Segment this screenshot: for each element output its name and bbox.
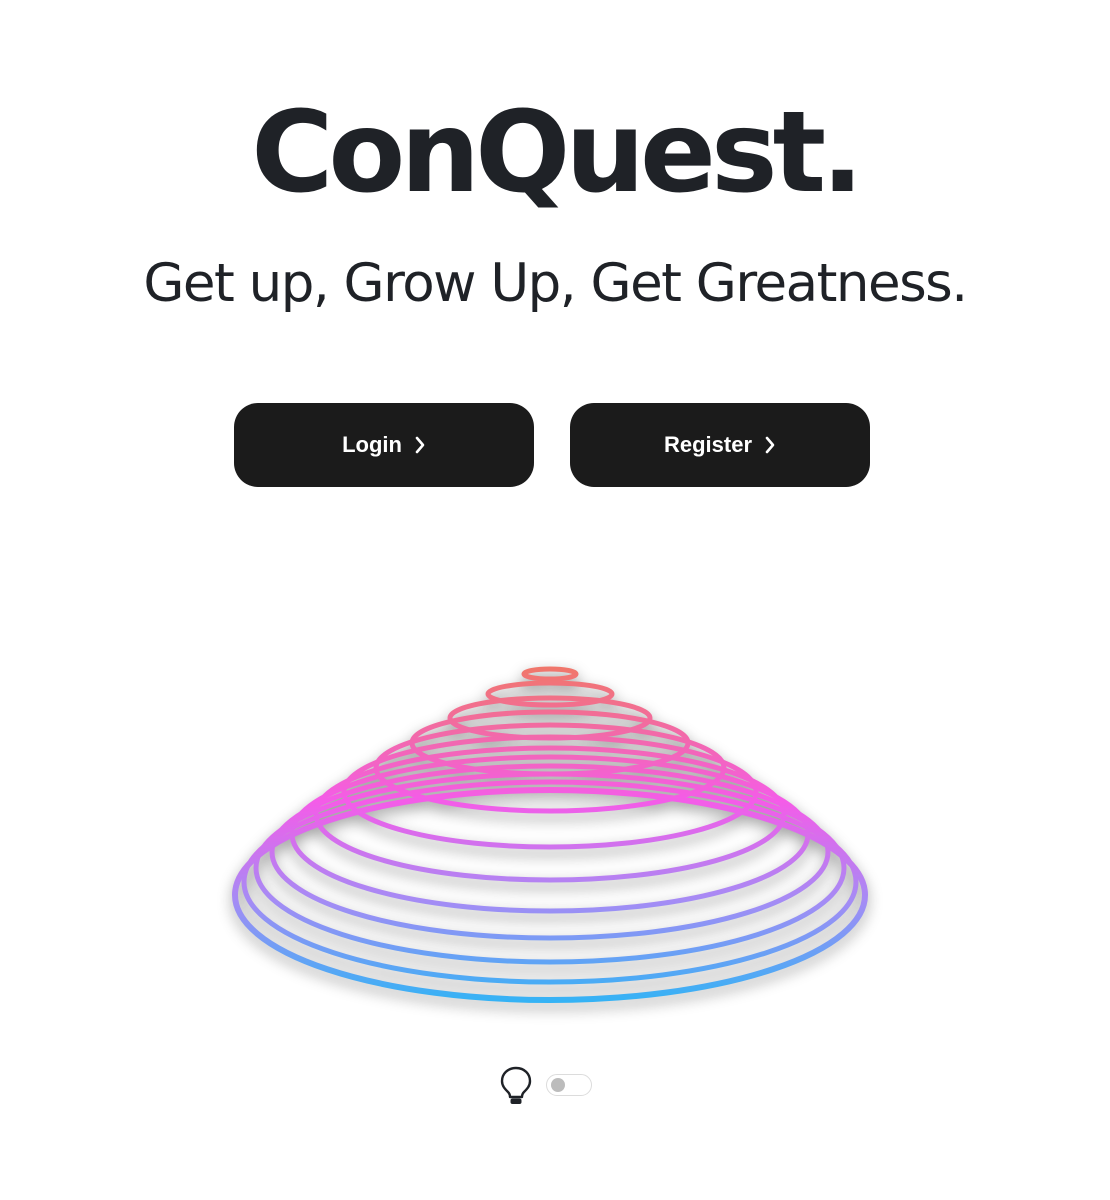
chevron-right-icon bbox=[765, 436, 775, 454]
tagline: Get up, Grow Up, Get Greatness. bbox=[143, 253, 968, 314]
lightbulb-icon bbox=[500, 1066, 532, 1104]
ring-shadow bbox=[232, 793, 868, 1009]
register-button[interactable]: Register bbox=[570, 403, 870, 487]
chevron-right-icon bbox=[415, 436, 425, 454]
register-button-label: Register bbox=[663, 432, 753, 457]
theme-toggle[interactable] bbox=[546, 1074, 592, 1096]
rings-animation bbox=[232, 666, 868, 1009]
ring bbox=[253, 771, 847, 965]
login-button[interactable]: Login bbox=[234, 403, 534, 487]
theme-switch-row bbox=[498, 1064, 598, 1108]
login-button-label: Login bbox=[342, 432, 402, 457]
theme-toggle-knob bbox=[551, 1078, 565, 1092]
brand-title: ConQuest. bbox=[251, 88, 864, 218]
